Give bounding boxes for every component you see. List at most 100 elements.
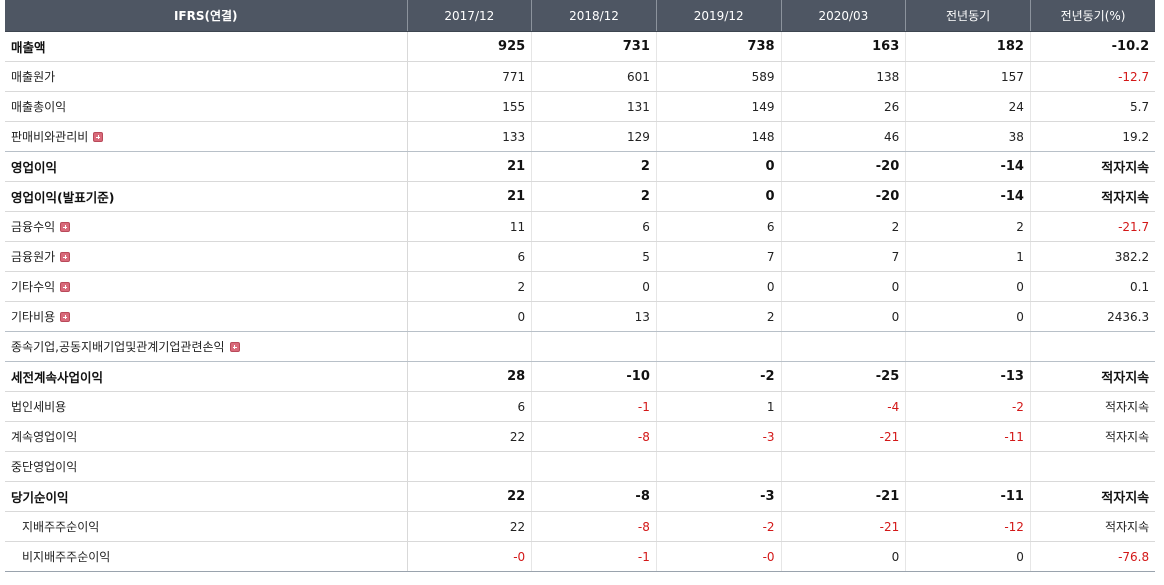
row-label: 금융수익 [5, 211, 408, 242]
value-cell: 2 [531, 181, 657, 212]
expand-plus-icon[interactable] [60, 252, 71, 262]
value-cell: 24 [905, 91, 1031, 122]
expand-plus-icon[interactable] [229, 342, 240, 352]
value-cell: 7 [656, 241, 782, 272]
value-cell: 731 [531, 31, 657, 62]
table-row: 금융수익 11 6 6 2 2 -21.7 [5, 211, 1156, 242]
value-cell: 26 [781, 91, 907, 122]
row-label-text: 계속영업이익 [11, 430, 78, 444]
value-cell: -25 [781, 361, 907, 392]
row-label: 영업이익(발표기준) [5, 181, 408, 212]
value-cell: 382.2 [1030, 241, 1156, 272]
value-cell: -1 [531, 391, 657, 422]
value-cell [656, 451, 782, 482]
row-label-text: 종속기업,공동지배기업및관계기업관련손익 [11, 340, 225, 354]
row-label: 당기순이익 [5, 481, 408, 512]
row-label: 영업이익 [5, 151, 408, 182]
row-label: 기타수익 [5, 271, 408, 302]
value-cell: 0 [905, 301, 1031, 332]
value-cell: 적자지속 [1030, 181, 1156, 212]
value-cell: 28 [407, 361, 533, 392]
value-cell [905, 331, 1031, 362]
row-label-text: 기타수익 [11, 280, 56, 294]
table-row: 매출원가 771 601 589 138 157 -12.7 [5, 61, 1156, 92]
value-cell: 38 [905, 121, 1031, 152]
value-cell: 925 [407, 31, 533, 62]
expand-plus-icon[interactable] [60, 282, 71, 292]
value-cell [781, 451, 907, 482]
value-cell: 적자지속 [1030, 151, 1156, 182]
value-cell: -8 [531, 481, 657, 512]
value-cell: -21 [781, 511, 907, 542]
value-cell: 157 [905, 61, 1031, 92]
value-cell: -14 [905, 181, 1031, 212]
row-label: 지배주주순이익 [5, 511, 408, 542]
value-cell: 21 [407, 181, 533, 212]
row-label-text: 매출액 [11, 40, 46, 55]
value-cell: 적자지속 [1030, 391, 1156, 422]
expand-plus-icon[interactable] [93, 132, 104, 142]
row-label-text: 판매비와관리비 [11, 130, 89, 144]
row-label: 중단영업이익 [5, 451, 408, 482]
value-cell: 182 [905, 31, 1031, 62]
table-row: 영업이익 21 2 0 -20 -14 적자지속 [5, 151, 1156, 182]
row-label-text: 영업이익(발표기준) [11, 190, 115, 205]
row-label-text: 세전계속사업이익 [11, 370, 104, 385]
value-cell: 2 [531, 151, 657, 182]
value-cell: 0 [905, 271, 1031, 302]
table-row: 중단영업이익 [5, 451, 1156, 482]
table-row: 매출총이익 155 131 149 26 24 5.7 [5, 91, 1156, 122]
table-row: 종속기업,공동지배기업및관계기업관련손익 [5, 331, 1156, 362]
value-cell: 0 [656, 271, 782, 302]
expand-plus-icon[interactable] [60, 312, 71, 322]
row-label-text: 금융수익 [11, 220, 56, 234]
value-cell: 149 [656, 91, 782, 122]
table-row: 기타비용 0 13 2 0 0 2436.3 [5, 301, 1156, 332]
value-cell: 13 [531, 301, 657, 332]
value-cell: -14 [905, 151, 1031, 182]
header-ifrs-label: IFRS(연결) [5, 0, 408, 32]
table-row: 당기순이익 22 -8 -3 -21 -11 적자지속 [5, 481, 1156, 512]
header-period: 2018/12 [531, 0, 657, 32]
value-cell: 1 [656, 391, 782, 422]
header-period: 2017/12 [407, 0, 533, 32]
value-cell: -11 [905, 481, 1031, 512]
value-cell: 적자지속 [1030, 361, 1156, 392]
row-label: 기타비용 [5, 301, 408, 332]
value-cell: 적자지속 [1030, 481, 1156, 512]
value-cell [781, 331, 907, 362]
value-cell [656, 331, 782, 362]
value-cell: 21 [407, 151, 533, 182]
value-cell: 6 [407, 391, 533, 422]
header-period: 2020/03 [781, 0, 907, 32]
row-label: 계속영업이익 [5, 421, 408, 452]
value-cell: 0 [781, 271, 907, 302]
table-row: 법인세비용 6 -1 1 -4 -2 적자지속 [5, 391, 1156, 422]
value-cell: 적자지속 [1030, 511, 1156, 542]
value-cell: 771 [407, 61, 533, 92]
value-cell [531, 331, 657, 362]
value-cell: 601 [531, 61, 657, 92]
value-cell: 46 [781, 121, 907, 152]
expand-plus-icon[interactable] [60, 222, 71, 232]
value-cell: -2 [656, 361, 782, 392]
table-row: 금융원가 6 5 7 7 1 382.2 [5, 241, 1156, 272]
value-cell: 11 [407, 211, 533, 242]
header-period: 전년동기 [905, 0, 1031, 32]
row-label-text: 매출원가 [11, 70, 56, 84]
value-cell: 6 [407, 241, 533, 272]
value-cell: 2 [781, 211, 907, 242]
table-row: 기타수익 2 0 0 0 0 0.1 [5, 271, 1156, 302]
value-cell: 2 [656, 301, 782, 332]
value-cell: 5.7 [1030, 91, 1156, 122]
row-label-text: 금융원가 [11, 250, 56, 264]
value-cell [407, 451, 533, 482]
value-cell: -2 [656, 511, 782, 542]
value-cell [531, 451, 657, 482]
value-cell: -20 [781, 151, 907, 182]
value-cell: 19.2 [1030, 121, 1156, 152]
value-cell: 131 [531, 91, 657, 122]
value-cell: 133 [407, 121, 533, 152]
value-cell: 0 [407, 301, 533, 332]
row-label-text: 중단영업이익 [11, 460, 78, 474]
